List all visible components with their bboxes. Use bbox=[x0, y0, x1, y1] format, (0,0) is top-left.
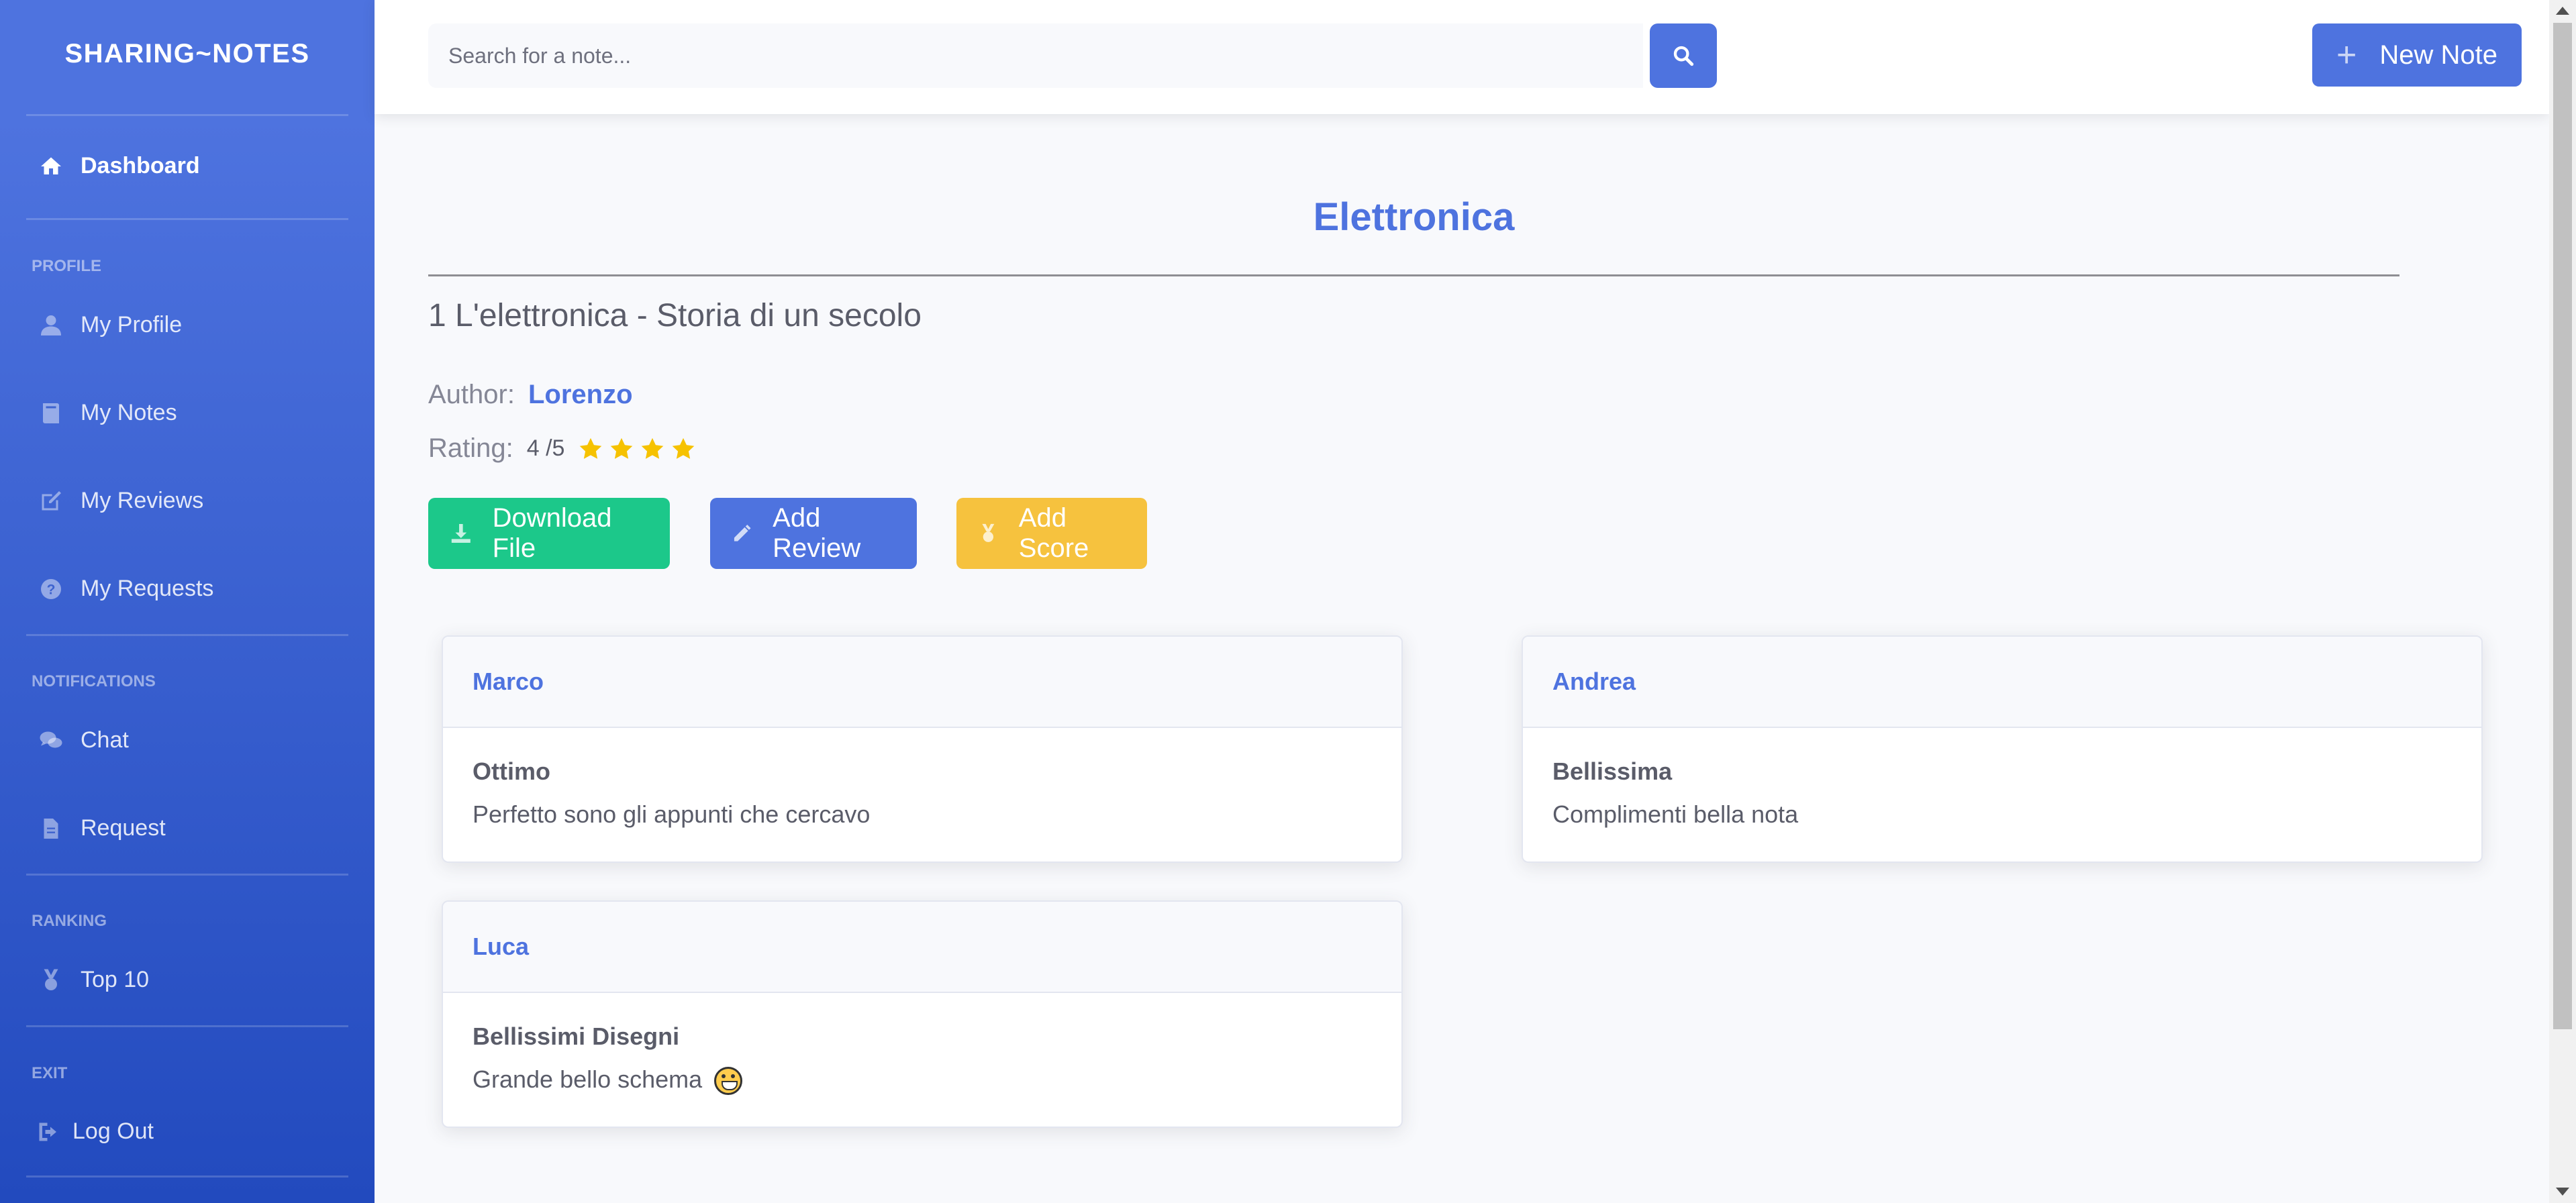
download-file-button[interactable]: Download File bbox=[428, 498, 670, 569]
rating-label: Rating: bbox=[428, 433, 513, 463]
book-icon bbox=[43, 403, 59, 423]
sidebar-divider bbox=[26, 218, 348, 220]
page-scrollbar[interactable] bbox=[2549, 0, 2576, 1203]
sidebar-divider bbox=[26, 634, 348, 636]
sidebar-item-label: Dashboard bbox=[81, 153, 200, 178]
sidebar-item-label: Top 10 bbox=[81, 967, 150, 992]
comments-icon bbox=[40, 731, 62, 747]
sidebar-item-label: My Reviews bbox=[81, 488, 204, 513]
sidebar-item-my-profile[interactable]: My Profile bbox=[39, 312, 182, 338]
sidebar-divider bbox=[26, 1175, 348, 1178]
rating-value: 4 /5 bbox=[526, 435, 565, 461]
sidebar-item-label: Request bbox=[81, 815, 166, 841]
review-title: Bellissima bbox=[1552, 757, 1673, 785]
review-card: Marco Ottimo Perfetto sono gli appunti c… bbox=[442, 635, 1403, 863]
add-review-label: Add Review bbox=[773, 503, 861, 563]
sidebar-item-label: My Requests bbox=[81, 576, 214, 601]
section-heading-notifications: NOTIFICATIONS bbox=[32, 672, 156, 690]
rating-row: Rating: 4 /5 bbox=[428, 433, 696, 464]
brand-logo[interactable]: SHARING~NOTES bbox=[0, 39, 375, 69]
sign-out-icon bbox=[39, 1122, 56, 1141]
edit-icon bbox=[42, 490, 61, 510]
topbar: + New Note bbox=[375, 0, 2549, 114]
review-card: Luca Bellissimi Disegni Grande bello sch… bbox=[442, 900, 1403, 1128]
star-icon bbox=[580, 437, 602, 459]
sidebar-item-label: My Profile bbox=[81, 312, 183, 337]
sidebar-item-dashboard[interactable]: Dashboard bbox=[39, 153, 200, 179]
review-text: Perfetto sono gli appunti che cercavo bbox=[473, 800, 871, 828]
review-text: Grande bello schema bbox=[473, 1065, 703, 1093]
sidebar-divider bbox=[26, 1025, 348, 1027]
download-icon bbox=[451, 523, 470, 543]
author-label: Author: bbox=[428, 380, 515, 409]
plus-icon: + bbox=[2336, 36, 2357, 74]
page-title: Elettronica bbox=[1313, 195, 1515, 239]
new-note-button[interactable]: + New Note bbox=[2312, 23, 2522, 87]
download-file-label: Download File bbox=[492, 503, 612, 563]
scroll-thumb[interactable] bbox=[2553, 23, 2572, 1029]
star-icon bbox=[642, 437, 664, 459]
review-card: Andrea Bellissima Complimenti bella nota bbox=[1522, 635, 2483, 863]
file-icon bbox=[44, 818, 58, 839]
home-icon bbox=[41, 157, 61, 174]
review-title: Ottimo bbox=[473, 757, 550, 785]
review-author[interactable]: Luca bbox=[443, 902, 1401, 993]
section-heading-exit: EXIT bbox=[32, 1064, 68, 1082]
search-button[interactable] bbox=[1650, 23, 1717, 88]
sidebar-item-my-notes[interactable]: My Notes bbox=[39, 400, 177, 426]
star-icon bbox=[611, 437, 633, 459]
sidebar-item-logout[interactable]: Log Out bbox=[36, 1118, 154, 1145]
scroll-up-arrow-icon[interactable] bbox=[2556, 7, 2569, 15]
search-icon bbox=[1673, 46, 1694, 66]
sidebar-divider bbox=[26, 114, 348, 116]
add-score-button[interactable]: Add Score bbox=[956, 498, 1147, 569]
sidebar-item-label: Log Out bbox=[72, 1118, 154, 1144]
sidebar-item-chat[interactable]: Chat bbox=[39, 727, 129, 753]
sidebar-divider bbox=[26, 874, 348, 876]
section-heading-ranking: RANKING bbox=[32, 912, 107, 930]
scroll-down-arrow-icon[interactable] bbox=[2556, 1188, 2569, 1196]
author-row: Author: Lorenzo bbox=[428, 380, 633, 410]
medal-icon bbox=[982, 523, 995, 542]
review-text: Complimenti bella nota bbox=[1552, 800, 1799, 828]
sidebar-item-top10[interactable]: Top 10 bbox=[39, 967, 149, 993]
add-review-button[interactable]: Add Review bbox=[710, 498, 917, 569]
add-score-label: Add Score bbox=[1018, 503, 1089, 563]
sidebar-item-request[interactable]: Request bbox=[39, 815, 166, 841]
sidebar-item-my-reviews[interactable]: My Reviews bbox=[39, 488, 203, 514]
author-name[interactable]: Lorenzo bbox=[528, 380, 633, 410]
review-author[interactable]: Andrea bbox=[1523, 637, 2481, 728]
note-title: 1 L'elettronica - Storia di un secolo bbox=[428, 298, 922, 333]
medal-icon bbox=[44, 969, 58, 990]
grinning-emoji-icon bbox=[714, 1067, 743, 1096]
title-divider bbox=[428, 274, 2399, 276]
sidebar: SHARING~NOTES Dashboard PROFILE My Profi… bbox=[0, 0, 375, 1203]
sidebar-item-label: Chat bbox=[81, 727, 129, 753]
rating-stars bbox=[578, 436, 696, 462]
sidebar-item-label: My Notes bbox=[81, 400, 177, 425]
search-input[interactable] bbox=[428, 23, 1643, 88]
review-body: Bellissima Complimenti bella nota bbox=[1523, 728, 2481, 829]
sidebar-item-my-requests[interactable]: ? My Requests bbox=[39, 576, 213, 602]
review-body: Bellissimi Disegni Grande bello schema bbox=[443, 993, 1401, 1096]
svg-text:?: ? bbox=[47, 582, 56, 597]
section-heading-profile: PROFILE bbox=[32, 257, 102, 275]
pencil-icon bbox=[734, 525, 751, 541]
user-icon bbox=[41, 315, 61, 335]
review-body: Ottimo Perfetto sono gli appunti che cer… bbox=[443, 728, 1401, 829]
star-icon bbox=[673, 437, 695, 459]
new-note-label: New Note bbox=[2379, 40, 2497, 70]
review-title: Bellissimi Disegni bbox=[473, 1023, 680, 1050]
review-text-row: Grande bello schema bbox=[473, 1065, 1372, 1096]
review-author[interactable]: Marco bbox=[443, 637, 1401, 728]
question-circle-icon: ? bbox=[41, 578, 61, 599]
